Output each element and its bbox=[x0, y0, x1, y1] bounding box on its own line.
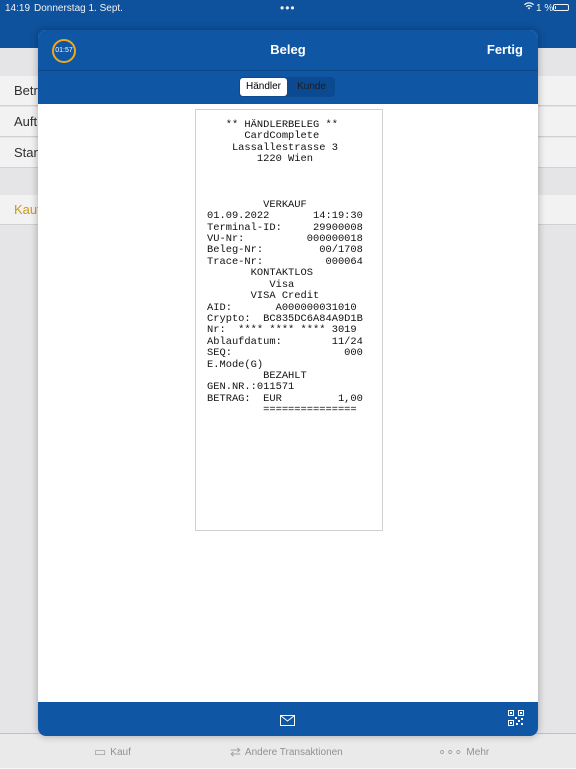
receipt-text: ** HÄNDLERBELEG ** CardComplete Lassalle… bbox=[207, 119, 363, 417]
receipt-line: =============== bbox=[207, 404, 357, 417]
modal-footer bbox=[38, 702, 538, 736]
receipt-line: Crypto: BC835DC6A84A9D1B bbox=[207, 312, 363, 325]
receipt-line: 1220 Wien bbox=[207, 153, 314, 166]
receipt-line: VISA Credit bbox=[207, 290, 320, 303]
receipt-line: AID: A000000031010 bbox=[207, 301, 357, 314]
segment-kunde[interactable]: Kunde bbox=[288, 77, 335, 97]
receipt-line: Trace-Nr: 000064 bbox=[207, 255, 363, 268]
done-button[interactable]: Fertig bbox=[487, 42, 523, 57]
receipt-line: Visa bbox=[207, 278, 295, 291]
mail-icon[interactable] bbox=[280, 713, 295, 726]
receipt-line: CardComplete bbox=[207, 130, 320, 143]
receipt-line: E.Mode(G) bbox=[207, 358, 264, 371]
receipt-line: ** HÄNDLERBELEG ** bbox=[207, 119, 338, 131]
segment-bar: Händler Kunde bbox=[38, 70, 538, 104]
receipt-line: Nr: **** **** **** 3019 bbox=[207, 324, 357, 337]
receipt-line: VERKAUF bbox=[207, 198, 307, 211]
receipt-line: SEQ: 000 bbox=[207, 347, 363, 360]
modal-header: 01:57 Beleg Fertig bbox=[38, 30, 538, 70]
qr-code-icon[interactable] bbox=[508, 710, 524, 726]
modal-title: Beleg bbox=[270, 42, 306, 57]
receipt-line: Beleg-Nr: 00/1708 bbox=[207, 244, 363, 257]
receipt-line: Ablaufdatum: 11/24 bbox=[207, 335, 363, 348]
receipt-line: BETRAG: EUR 1,00 bbox=[207, 392, 363, 405]
receipt-line: VU-Nr: 000000018 bbox=[207, 233, 363, 246]
receipt-line: Lassallestrasse 3 bbox=[207, 141, 338, 154]
receipt-line: KONTAKTLOS bbox=[207, 267, 314, 280]
segment-haendler[interactable]: Händler bbox=[240, 78, 287, 96]
receipt-line: 01.09.2022 14:19:30 bbox=[207, 210, 363, 223]
receipt-line: BEZAHLT bbox=[207, 369, 307, 382]
receipt-modal: 01:57 Beleg Fertig Händler Kunde ** HÄND… bbox=[38, 30, 538, 736]
receipt-type-segmented-control: Händler Kunde bbox=[239, 77, 335, 97]
receipt-line: Terminal-ID: 29900008 bbox=[207, 221, 363, 234]
receipt-paper: ** HÄNDLERBELEG ** CardComplete Lassalle… bbox=[195, 109, 383, 531]
receipt-line: GEN.NR.:011571 bbox=[207, 381, 295, 394]
